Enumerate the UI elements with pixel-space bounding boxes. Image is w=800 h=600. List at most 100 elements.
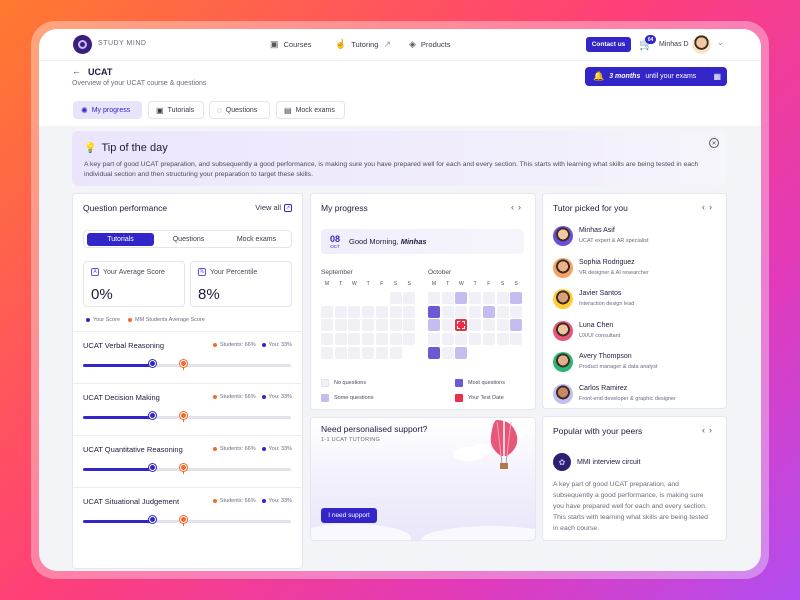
calendar-day-no-questions[interactable] xyxy=(482,292,495,304)
calendar-day-no-questions[interactable] xyxy=(469,319,482,332)
chevron-right-icon[interactable]: › xyxy=(709,202,716,212)
nav-courses[interactable]: ▣ Courses xyxy=(270,39,311,50)
calendar-day-no-questions[interactable] xyxy=(389,333,402,346)
user-avatar[interactable] xyxy=(692,35,711,54)
calendar-day-no-questions[interactable] xyxy=(375,305,388,318)
segment-mock-exams[interactable]: Mock exams xyxy=(223,233,290,246)
calendar-day-no-questions[interactable] xyxy=(441,292,454,304)
calendar-day-no-questions[interactable] xyxy=(362,346,375,359)
calendar-day-no-questions[interactable] xyxy=(375,346,388,359)
calendar-day-no-questions[interactable] xyxy=(403,333,416,346)
subject-row[interactable]: UCAT Decision Making Students: 66% You: 33… xyxy=(73,383,302,435)
calendar-day-no-questions[interactable] xyxy=(455,333,468,346)
peer-item[interactable]: ✿ MMI interview circuit xyxy=(553,453,640,471)
tutor-item[interactable]: Carlos Ramirez Front-end developer & grap… xyxy=(553,382,723,406)
calendar-day-no-questions[interactable] xyxy=(441,346,454,359)
calendar-day-no-questions[interactable] xyxy=(389,346,402,359)
calendar-day-no-questions[interactable] xyxy=(428,292,440,304)
calendar-day-no-questions[interactable] xyxy=(469,305,482,318)
calendar-day-no-questions[interactable] xyxy=(375,319,388,332)
chevron-left-icon[interactable]: ‹ xyxy=(511,202,518,212)
calendar-day-no-questions[interactable] xyxy=(321,333,333,346)
calendar-day-no-questions[interactable] xyxy=(403,292,416,304)
calendar-day-no-questions[interactable] xyxy=(496,292,509,304)
i-need-support-button[interactable]: I need support xyxy=(321,508,377,523)
brand-logo-icon[interactable] xyxy=(73,35,92,54)
calendar-day-no-questions[interactable] xyxy=(469,333,482,346)
contact-us-button[interactable]: Contact us xyxy=(586,37,631,52)
tab-questions[interactable]: ◌ Questions xyxy=(209,101,270,119)
calendar-day-no-questions[interactable] xyxy=(389,292,402,304)
calendar-day-no-questions[interactable] xyxy=(441,333,454,346)
chevron-down-icon[interactable]: ⌄ xyxy=(717,38,724,47)
calendar-day-no-questions[interactable] xyxy=(496,333,509,346)
tutor-item[interactable]: Minhas Asif UCAT expert & AR specialist xyxy=(553,224,723,248)
tutor-item[interactable]: Sophia Rodriguez VR designer & AI researc… xyxy=(553,256,723,280)
chevron-right-icon[interactable]: › xyxy=(518,202,525,212)
calendar-day-no-questions[interactable] xyxy=(441,319,454,332)
calendar-day-no-questions[interactable] xyxy=(510,333,523,346)
calendar-day-no-questions[interactable] xyxy=(362,333,375,346)
calendar-day-no-questions[interactable] xyxy=(348,333,361,346)
exam-countdown-badge[interactable]: 🔔 3 months until your exams ▦ xyxy=(585,67,727,86)
close-icon[interactable]: ✕ xyxy=(709,138,719,148)
calendar-day-test-date[interactable] xyxy=(455,319,468,332)
calendar-day-most-questions[interactable] xyxy=(428,305,440,318)
calendar-day-no-questions[interactable] xyxy=(321,346,333,359)
tab-my-progress[interactable]: ✺ My progress xyxy=(73,101,142,119)
calendar-day-no-questions[interactable] xyxy=(321,305,333,318)
peers-nav-arrows[interactable]: ‹› xyxy=(702,425,716,435)
calendar-day-some-questions[interactable] xyxy=(455,292,468,304)
calendar-day-some-questions[interactable] xyxy=(482,305,495,318)
calendar-day-some-questions[interactable] xyxy=(510,292,523,304)
calendar-day-no-questions[interactable] xyxy=(441,305,454,318)
calendar-day-no-questions[interactable] xyxy=(334,333,347,346)
subject-row[interactable]: UCAT Situational Judgement Students: 66% Y… xyxy=(73,487,302,539)
calendar-day-no-questions[interactable] xyxy=(428,333,440,346)
user-name[interactable]: Minhas D xyxy=(659,41,689,48)
calendar-day-no-questions[interactable] xyxy=(375,333,388,346)
calendar-day-no-questions[interactable] xyxy=(482,333,495,346)
calendar-day-no-questions[interactable] xyxy=(348,305,361,318)
segment-tutorials[interactable]: Tutorials xyxy=(87,233,154,246)
calendar-day-no-questions[interactable] xyxy=(403,319,416,332)
calendar-day-no-questions[interactable] xyxy=(510,305,523,318)
chevron-left-icon[interactable]: ‹ xyxy=(702,202,709,212)
calendar-day-no-questions[interactable] xyxy=(389,305,402,318)
tutor-item[interactable]: Avery Thompson Product manager & data ana… xyxy=(553,350,723,374)
nav-products[interactable]: ◈ Products xyxy=(409,39,451,50)
calendar-day-most-questions[interactable] xyxy=(428,346,440,359)
calendar-day-no-questions[interactable] xyxy=(334,319,347,332)
tutor-item[interactable]: Luna Chen UX/UI consultant xyxy=(553,319,723,343)
calendar-day-no-questions[interactable] xyxy=(482,319,495,332)
calendar-day-some-questions[interactable] xyxy=(510,319,523,332)
segment-questions[interactable]: Questions xyxy=(155,233,222,246)
chevron-left-icon[interactable]: ‹ xyxy=(702,425,709,435)
calendar-day-some-questions[interactable] xyxy=(428,319,440,332)
progress-nav-arrows[interactable]: ‹› xyxy=(511,202,525,212)
nav-tutoring[interactable]: ☝ Tutoring ↗ xyxy=(335,39,391,50)
calendar-day-no-questions[interactable] xyxy=(362,305,375,318)
calendar-day-no-questions[interactable] xyxy=(389,319,402,332)
calendar-day-no-questions[interactable] xyxy=(496,319,509,332)
calendar-day-no-questions[interactable] xyxy=(496,305,509,318)
tab-tutorials[interactable]: ▣ Tutorials xyxy=(148,101,204,119)
view-all-link[interactable]: View all ↗ xyxy=(255,203,292,212)
calendar-day-no-questions[interactable] xyxy=(469,292,482,304)
calendar-day-some-questions[interactable] xyxy=(455,346,468,359)
calendar-day-no-questions[interactable] xyxy=(321,319,333,332)
tutor-item[interactable]: Javier Santos Interaction design lead xyxy=(553,287,723,311)
back-arrow-icon[interactable]: ← xyxy=(72,66,81,76)
calendar-day-no-questions[interactable] xyxy=(362,319,375,332)
calendar-day-no-questions[interactable] xyxy=(403,305,416,318)
calendar-day-no-questions[interactable] xyxy=(334,346,347,359)
calendar-day-no-questions[interactable] xyxy=(348,319,361,332)
subject-row[interactable]: UCAT Quantitative Reasoning Students: 66%… xyxy=(73,435,302,487)
chevron-right-icon[interactable]: › xyxy=(709,425,716,435)
calendar-day-no-questions[interactable] xyxy=(334,305,347,318)
tutors-nav-arrows[interactable]: ‹› xyxy=(702,202,716,212)
subject-row[interactable]: UCAT Verbal Reasoning Students: 66% You: 3… xyxy=(73,331,302,383)
calendar-day-no-questions[interactable] xyxy=(348,346,361,359)
tab-mock-exams[interactable]: ▤ Mock exams xyxy=(276,101,345,119)
calendar-day-no-questions[interactable] xyxy=(455,305,468,318)
